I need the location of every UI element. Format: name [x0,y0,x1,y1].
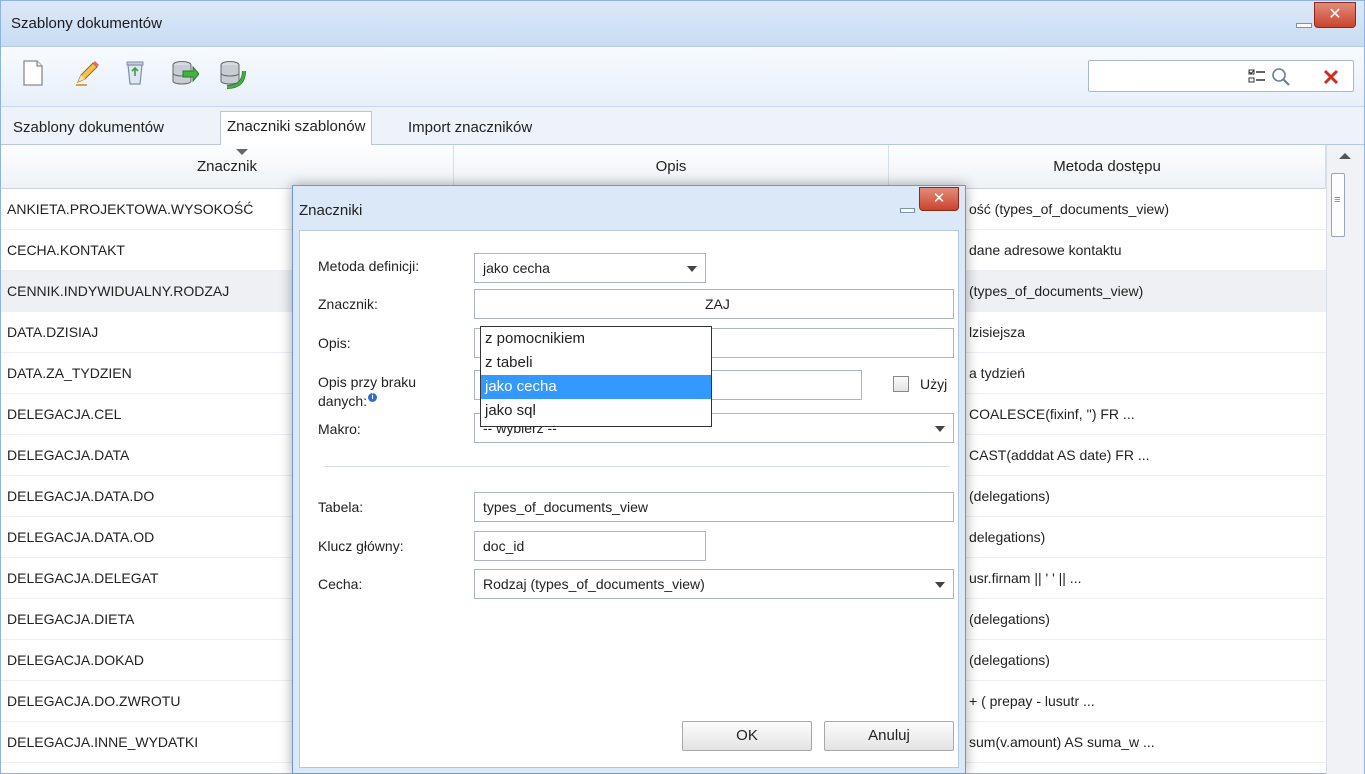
tags-dialog: Znaczniki ✕ Metoda definicji: jako cecha… [292,185,966,774]
new-document-icon[interactable] [19,57,47,89]
database-import-icon[interactable] [169,57,200,89]
feature-select[interactable]: Rodzaj (types_of_documents_view) [474,569,954,599]
cell-tag: DELEGACJA.DO.ZWROTU [7,693,181,709]
dialog-body: Metoda definicji: jako cecha Znacznik: Z… [299,230,959,768]
macro-label: Makro: [318,421,361,437]
cell-access-method: lzisiejsza [969,324,1026,340]
method-dropdown-list: z pomocnikiem z tabeli jako cecha jako s… [480,326,712,427]
cell-tag: DELEGACJA.DATA.OD [7,529,155,545]
filter-options-icon[interactable] [1247,67,1267,87]
sort-arrow-icon [236,149,248,155]
tag-label: Znacznik: [318,296,378,312]
cell-access-method: dane adresowe kontaktu [969,242,1122,258]
cell-tag: CENNIK.INDYWIDUALNY.RODZAJ [7,283,230,299]
method-option-helper[interactable]: z pomocnikiem [481,327,711,351]
delete-recycle-icon[interactable] [121,57,149,89]
tab-bar: Szablony dokumentów Znaczniki szablonów … [1,107,1364,146]
cell-tag: DELEGACJA.DIETA [7,611,135,627]
window-title: Szablony dokumentów [11,15,162,32]
column-header-description[interactable]: Opis [454,145,889,189]
dialog-minimize-button[interactable] [897,199,917,215]
cancel-button[interactable]: Anuluj [824,721,954,751]
primary-key-label: Klucz główny: [318,538,404,554]
cell-access-method: (types_of_documents_view) [969,283,1144,299]
method-select[interactable]: jako cecha [474,253,706,283]
cell-tag: ANKIETA.PROJEKTOWA.WYSOKOŚĆ [7,201,254,217]
clear-icon[interactable] [1321,67,1341,87]
minimize-button[interactable] [1292,13,1314,31]
table-input[interactable]: types_of_documents_view [474,492,954,522]
method-option-sql[interactable]: jako sql [481,399,711,423]
tab-tag-import[interactable]: Import znaczników [402,113,538,145]
cell-tag: DATA.DZISIAJ [7,324,99,340]
nodata-label-2: danych: i [318,393,378,409]
cell-tag: DELEGACJA.DELEGAT [7,570,159,586]
use-checkbox[interactable] [893,376,909,392]
cell-tag: DELEGACJA.DATA [7,447,130,463]
edit-pencil-icon[interactable] [73,57,101,89]
toolbar [1,47,1364,107]
scroll-thumb[interactable] [1331,173,1345,237]
tag-input[interactable]: ZAJ [474,289,954,319]
cell-access-method: (delegations) [969,611,1050,627]
grid-scrollbar[interactable] [1326,145,1364,774]
chevron-down-icon [935,426,945,432]
column-header-access-method[interactable]: Metoda dostępu [889,145,1326,189]
grid-header: Znacznik Opis Metoda dostępu [1,145,1326,189]
table-label: Tabela: [318,499,364,515]
method-label: Metoda definicji: [318,258,420,274]
dialog-title: Znaczniki [299,202,363,219]
method-option-feature[interactable]: jako cecha [481,375,711,399]
column-header-tag[interactable]: Znacznik [1,145,454,189]
chevron-down-icon [935,582,945,588]
use-label: Użyj [920,376,948,392]
search-icon[interactable] [1271,67,1291,87]
tab-template-tags[interactable]: Znaczniki szablonów [220,111,373,146]
close-button[interactable]: ✕ [1314,2,1356,28]
cell-tag: DELEGACJA.CEL [7,406,122,422]
scroll-up-arrow-icon[interactable] [1339,153,1351,159]
cell-access-method: delegations) [969,529,1046,545]
tab-document-templates[interactable]: Szablony dokumentów [7,113,170,145]
dialog-close-button[interactable]: ✕ [919,187,959,211]
cell-tag: DELEGACJA.DATA.DO [7,488,155,504]
feature-label: Cecha: [318,576,363,592]
ok-button[interactable]: OK [682,721,812,751]
title-bar: Szablony dokumentów ✕ [1,1,1364,47]
cell-access-method: + ( prepay - lusutr ... [969,693,1095,709]
cell-tag: DELEGACJA.INNE_WYDATKI [7,734,199,750]
cell-access-method: ość (types_of_documents_view) [969,201,1169,217]
cell-access-method: (delegations) [969,652,1050,668]
dialog-title-bar: Znaczniki ✕ [293,186,965,230]
nodata-label: Opis przy braku [318,374,417,390]
cell-access-method: CAST(adddat AS date) FR ... [969,447,1150,463]
database-export-icon[interactable] [217,57,246,89]
primary-key-input[interactable]: doc_id [474,531,706,561]
search-box[interactable] [1088,60,1354,92]
cell-access-method: a tydzień [969,365,1026,381]
cell-access-method: COALESCE(fixinf, '') FR ... [969,406,1135,422]
chevron-down-icon [687,266,697,272]
cell-access-method: sum(v.amount) AS suma_w ... [969,734,1155,750]
cell-tag: DATA.ZA_TYDZIEN [7,365,132,381]
cell-access-method: (delegations) [969,488,1050,504]
description-label: Opis: [318,335,351,351]
cell-tag: DELEGACJA.DOKAD [7,652,144,668]
cell-access-method: usr.firnam || ' ' || ... [969,570,1082,586]
cell-tag: CECHA.KONTAKT [7,242,125,258]
separator [324,466,950,467]
method-option-table[interactable]: z tabeli [481,351,711,375]
info-icon[interactable]: i [368,393,378,402]
